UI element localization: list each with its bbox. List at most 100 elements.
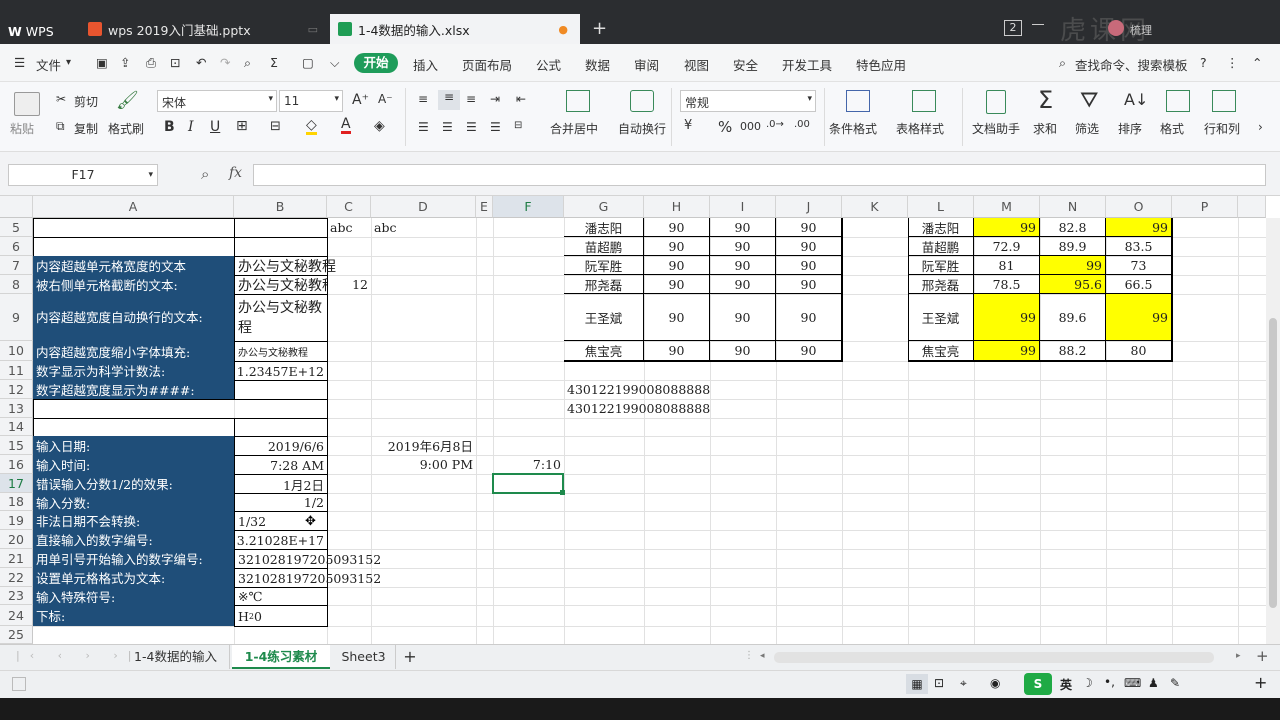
cell-b21[interactable]: 321028197205093152 xyxy=(234,549,381,569)
vertical-scrollbar[interactable] xyxy=(1266,218,1280,644)
add-tab-button[interactable]: + xyxy=(592,18,607,39)
merge-center-icon[interactable] xyxy=(566,90,590,112)
cell-i-score[interactable]: 90 xyxy=(710,275,776,294)
page-layout-icon[interactable]: ⊡ xyxy=(934,676,944,690)
vertical-scroll-thumb[interactable] xyxy=(1269,318,1277,608)
scroll-right-icon[interactable]: ▸ xyxy=(1236,651,1241,661)
cell-a15[interactable]: 输入日期: xyxy=(33,436,234,455)
cell-b7[interactable]: 办公与文秘教程 xyxy=(234,256,336,276)
cell-g-name[interactable]: 邢尧磊 xyxy=(564,275,644,294)
selected-cell-f17[interactable] xyxy=(492,473,564,494)
chevron-down-icon[interactable]: ▾ xyxy=(66,57,71,68)
cell-b9[interactable]: 办公与文秘教程 xyxy=(234,294,328,342)
cell-l-name[interactable]: 阮军胜 xyxy=(908,256,974,275)
cell-m-score[interactable]: 99 xyxy=(974,294,1040,341)
wrap-text-icon[interactable] xyxy=(630,90,654,112)
cell-fill-icon[interactable]: ⊟ xyxy=(270,119,281,134)
cell-h-score[interactable]: 90 xyxy=(644,294,710,341)
cell-j-score[interactable]: 90 xyxy=(776,237,842,256)
cell-b10[interactable]: 办公与文秘教程 xyxy=(234,341,328,362)
macro-icon[interactable] xyxy=(12,677,26,691)
cell-d16[interactable]: 9:00 PM xyxy=(371,455,476,474)
row-col-button[interactable]: 行和列 xyxy=(1204,120,1240,137)
cell-a19[interactable]: 非法日期不会转换: xyxy=(33,511,234,530)
ime-lang[interactable]: 英 xyxy=(1060,676,1072,693)
align-bottom-icon[interactable]: ≡ xyxy=(466,92,476,106)
cell-j-score[interactable]: 90 xyxy=(776,294,842,341)
cell-c8[interactable]: 12 xyxy=(327,275,371,294)
cell-b20[interactable]: 3.21028E+17 xyxy=(234,530,328,550)
increase-font-icon[interactable]: A⁺ xyxy=(352,92,369,108)
underline-icon[interactable]: U xyxy=(210,119,220,135)
cell-o-score[interactable]: 83.5 xyxy=(1106,237,1172,256)
cell-o-score[interactable]: 99 xyxy=(1106,218,1172,237)
cell-a21[interactable]: 用单引号开始输入的数字编号: xyxy=(33,549,234,568)
sheet-tab-1[interactable]: 1-4数据的输入 xyxy=(122,645,230,669)
cut-button[interactable]: 剪切 xyxy=(74,93,98,110)
decrease-decimal-icon[interactable]: .00 xyxy=(794,119,810,130)
italic-icon[interactable]: I xyxy=(188,119,194,135)
avatar[interactable] xyxy=(1108,20,1124,36)
print-icon[interactable]: ⎙ xyxy=(146,55,156,71)
cell-g-name[interactable]: 王圣斌 xyxy=(564,294,644,341)
user-name[interactable]: 梳理 xyxy=(1130,22,1152,38)
fill-handle[interactable] xyxy=(560,490,565,495)
cell-n-score[interactable]: 89.6 xyxy=(1040,294,1106,341)
percent-icon[interactable]: % xyxy=(718,118,732,136)
cell-o-score[interactable]: 99 xyxy=(1106,294,1172,341)
menu-tab-view[interactable]: 视图 xyxy=(684,55,709,74)
tab-xlsx[interactable]: 1-4数据的输入.xlsx ● xyxy=(330,14,580,44)
cell-a13[interactable] xyxy=(33,399,328,419)
doc-helper-icon[interactable] xyxy=(986,90,1006,114)
cell-b17[interactable]: 1月2日 xyxy=(234,474,328,494)
cell-b24[interactable]: H20 xyxy=(234,605,328,627)
font-name-select[interactable]: 宋体 ▾ xyxy=(157,90,277,112)
format-icon[interactable] xyxy=(1166,90,1190,112)
sheet-tab-3[interactable]: Sheet3 xyxy=(332,645,396,669)
conditional-format-icon[interactable] xyxy=(846,90,870,112)
cell-a14[interactable] xyxy=(33,418,235,437)
cell-b16[interactable]: 7:28 AM xyxy=(234,455,328,475)
merge-center-button[interactable]: 合并居中 xyxy=(550,120,598,137)
cell-i-score[interactable]: 90 xyxy=(710,294,776,341)
cell-a16[interactable]: 输入时间: xyxy=(33,455,234,474)
cell-h-score[interactable]: 90 xyxy=(644,237,710,256)
menu-tab-formula[interactable]: 公式 xyxy=(536,55,561,74)
search-command[interactable]: 查找命令、搜索模板 xyxy=(1075,55,1188,74)
menu-tab-developer[interactable]: 开发工具 xyxy=(782,55,832,74)
cell-l-name[interactable]: 苗超鹏 xyxy=(908,237,974,256)
doc-helper-button[interactable]: 文档助手 xyxy=(972,120,1020,137)
bold-icon[interactable]: B xyxy=(164,119,175,135)
cell-a8[interactable]: 被右侧单元格截断的文本: xyxy=(33,275,234,294)
cell-o-score[interactable]: 73 xyxy=(1106,256,1172,275)
paste-icon[interactable] xyxy=(14,92,40,116)
cell-b23[interactable]: ※℃ xyxy=(234,587,328,606)
cell-a20[interactable]: 直接输入的数字编号: xyxy=(33,530,234,549)
tab-pptx[interactable]: wps 2019入门基础.pptx ▭ xyxy=(80,14,328,44)
cell-j-score[interactable]: 90 xyxy=(776,275,842,294)
cell-o-score[interactable]: 80 xyxy=(1106,341,1172,361)
cell-a24[interactable]: 下标: xyxy=(33,605,234,626)
ribbon-scroll-icon[interactable]: › xyxy=(1258,120,1263,134)
menu-tab-special[interactable]: 特色应用 xyxy=(856,55,906,74)
number-format-select[interactable]: 常规 ▾ xyxy=(680,90,816,112)
cell-n-score[interactable]: 89.9 xyxy=(1040,237,1106,256)
cell-d15[interactable]: 2019年6月8日 xyxy=(371,436,476,455)
cell-m-score[interactable]: 72.9 xyxy=(974,237,1040,256)
copy-button[interactable]: 复制 xyxy=(74,120,98,137)
align-top-icon[interactable]: ≡ xyxy=(418,92,428,106)
pin-icon[interactable] xyxy=(1032,24,1044,25)
increase-decimal-icon[interactable]: .0→ xyxy=(766,119,784,130)
formula-input[interactable] xyxy=(253,164,1266,186)
punct-icon[interactable]: •, xyxy=(1104,675,1115,689)
cell-g11[interactable]: 430122199008088888 xyxy=(564,380,713,399)
font-color-icon[interactable]: A xyxy=(341,117,351,134)
row-col-icon[interactable] xyxy=(1212,90,1236,112)
copy-icon[interactable]: ⧉ xyxy=(56,119,65,134)
cell-l-name[interactable]: 王圣斌 xyxy=(908,294,974,341)
filter-icon[interactable]: ⛛ xyxy=(1080,88,1098,113)
cell-b18[interactable]: 1/2 xyxy=(234,493,328,512)
currency-icon[interactable]: ¥ xyxy=(684,118,692,133)
cell-m-score[interactable]: 81 xyxy=(974,256,1040,275)
function-icon[interactable]: fx xyxy=(229,165,242,181)
